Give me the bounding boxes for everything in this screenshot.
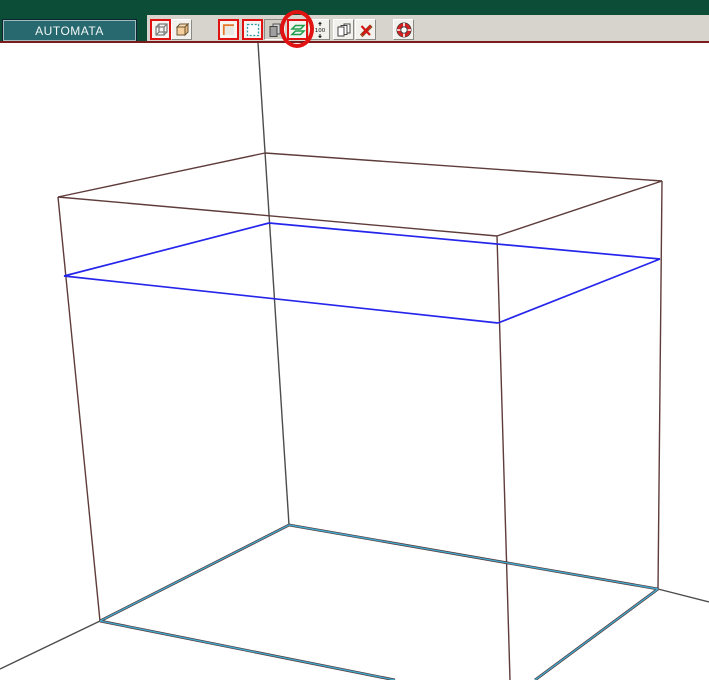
scale-100-button[interactable]: 100 — [309, 19, 330, 40]
toolbar: AUTOMATA 100 — [0, 0, 709, 43]
layer-slices-button[interactable] — [287, 19, 308, 40]
layer-back-left — [63, 222, 270, 277]
ground-edge-left — [0, 620, 101, 670]
box-top-back-right — [264, 152, 663, 182]
scale-100-icon: 100 — [314, 21, 325, 38]
delete-cross-icon — [359, 23, 373, 37]
duplicate-pages-icon — [337, 23, 350, 36]
layer-front-right — [497, 258, 661, 324]
layer-front-left — [63, 275, 499, 324]
layer-slices-icon — [289, 24, 306, 35]
duplicate-button[interactable] — [333, 19, 354, 40]
wireframe-cube-icon — [154, 22, 168, 36]
floor-cyan-front-right — [534, 588, 659, 680]
floor-cyan-back-left — [99, 524, 290, 622]
solid-cube-button[interactable] — [171, 19, 192, 40]
box-edge-front — [496, 235, 511, 680]
stacked-layers-button[interactable] — [264, 19, 285, 40]
box-top-back-left — [57, 152, 266, 198]
floor-cyan-front-left — [99, 620, 396, 680]
stacked-layers-icon — [269, 23, 280, 37]
dashed-selection-button[interactable] — [242, 19, 263, 40]
delete-button[interactable] — [355, 19, 376, 40]
wireframe-cube-button[interactable] — [150, 19, 171, 40]
ground-axis-back — [257, 43, 290, 526]
box-top-front-left — [57, 196, 498, 237]
box-top-front-right — [496, 180, 663, 237]
ring-button[interactable] — [393, 19, 414, 40]
solid-cube-icon — [175, 22, 189, 36]
corner-frame-button[interactable] — [218, 19, 239, 40]
dashed-selection-icon — [246, 23, 259, 36]
ground-edge-right — [657, 588, 709, 603]
automata-app-window: AUTOMATA 100 — [0, 0, 709, 680]
box-edge-right — [657, 180, 663, 590]
layer-back-right — [268, 222, 661, 260]
corner-frame-icon — [222, 23, 234, 35]
floor-cyan-back-right — [288, 524, 659, 590]
scene-canvas[interactable] — [0, 43, 709, 680]
scale-100-label: 100 — [314, 28, 325, 34]
box-edge-left — [57, 196, 101, 622]
automata-button[interactable]: AUTOMATA — [2, 19, 137, 42]
ring-icon — [396, 22, 411, 37]
